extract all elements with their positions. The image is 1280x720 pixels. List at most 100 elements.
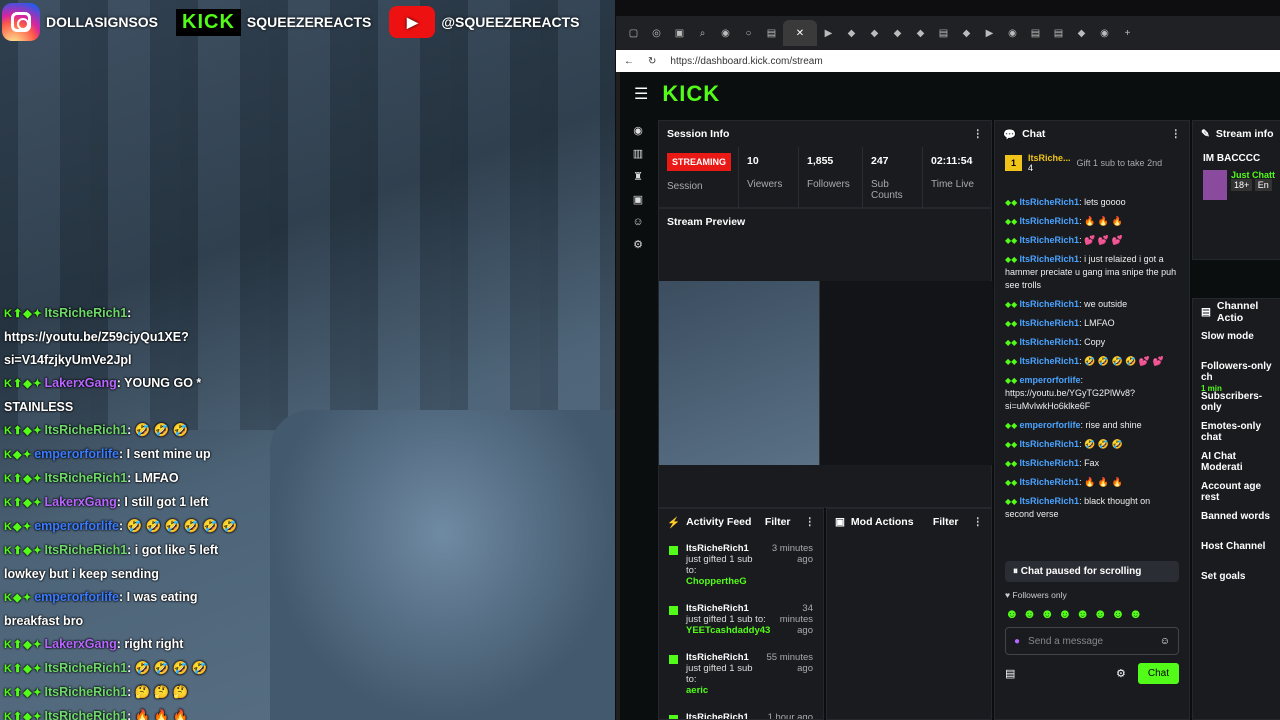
more-icon[interactable]: ⋮: [805, 516, 816, 528]
chat-username[interactable]: ItsRicheRich1: [1020, 235, 1080, 245]
tab[interactable]: ▤: [932, 20, 955, 46]
dashboard-header: ☰ KICK: [620, 72, 1280, 116]
channel-action-item[interactable]: AI Chat Moderati: [1193, 445, 1280, 475]
chat-username[interactable]: ItsRicheRich1: [1020, 318, 1080, 328]
tab[interactable]: ◆: [886, 20, 909, 46]
preview-video-right: [819, 281, 993, 465]
badge-icons: ◆◆: [1005, 338, 1020, 347]
tab[interactable]: ▤: [760, 20, 783, 46]
more-icon[interactable]: ⋮: [973, 516, 984, 528]
activity-user[interactable]: ItsRicheRich1: [686, 652, 749, 663]
activity-item: ItsRicheRich1 just gifted 1 sub to: YEETca…: [659, 595, 823, 644]
chat-username[interactable]: ItsRicheRich1: [1020, 477, 1080, 487]
activity-user[interactable]: ItsRicheRich1: [686, 603, 749, 614]
activity-user[interactable]: ItsRicheRich1: [686, 712, 749, 719]
channel-action-item[interactable]: Slow mode: [1193, 325, 1280, 355]
subs-value: 247: [871, 155, 889, 167]
chat-username: emperorforlife: [34, 519, 119, 533]
tab[interactable]: ◉: [1093, 20, 1116, 46]
trophy-icon[interactable]: ♜: [633, 170, 643, 183]
chat-username[interactable]: ItsRicheRich1: [1020, 197, 1080, 207]
analytics-icon[interactable]: ▥: [633, 147, 643, 160]
tab[interactable]: ◆: [863, 20, 886, 46]
tab[interactable]: ◉: [1001, 20, 1024, 46]
channel-action-item[interactable]: Set goals: [1193, 565, 1280, 595]
mod-filter-button[interactable]: Filter: [933, 516, 959, 528]
more-icon[interactable]: ⋮: [973, 128, 984, 140]
chat-panel: 💬 Chat ⋮ 1 ItsRiche... 4 Gift 1 sub to take 2…: [994, 120, 1190, 720]
refresh-icon[interactable]: ↻: [648, 56, 656, 67]
tab[interactable]: ▢: [622, 20, 645, 46]
tab[interactable]: ◆: [1070, 20, 1093, 46]
channel-action-item[interactable]: Host Channel: [1193, 535, 1280, 565]
url-text[interactable]: https://dashboard.kick.com/stream: [670, 56, 822, 67]
menu-icon[interactable]: ☰: [634, 84, 648, 104]
new-tab-button[interactable]: +: [1116, 20, 1139, 46]
tab[interactable]: ◆: [909, 20, 932, 46]
chat-username[interactable]: ItsRicheRich1: [1020, 439, 1080, 449]
gift-icon: [669, 546, 678, 555]
tab[interactable]: ▣: [668, 20, 691, 46]
chat-username[interactable]: emperorforlife: [1020, 375, 1081, 385]
tab[interactable]: ◆: [955, 20, 978, 46]
gift-icon[interactable]: ▤: [1005, 667, 1015, 680]
activity-filter-button[interactable]: Filter: [765, 516, 791, 528]
back-icon[interactable]: ←: [624, 56, 634, 67]
tab[interactable]: ◉: [714, 20, 737, 46]
overlay-chat-message: K ⬆ ◆ ✦ ItsRicheRich1: 🤣 🤣 🤣 🤣: [4, 657, 244, 681]
top-gifter: 1 ItsRiche... 4 Gift 1 sub to take 2nd: [995, 147, 1189, 179]
users-icon[interactable]: ☺: [632, 216, 643, 228]
chat-username[interactable]: emperorforlife: [1020, 420, 1081, 430]
chat-username: LakerxGang: [44, 495, 117, 509]
chat-username[interactable]: ItsRicheRich1: [1020, 496, 1080, 506]
chat-message: ◆◆ ItsRicheRich1: 🤣 🤣 🤣 🤣 💕 💕: [995, 352, 1189, 371]
pause-icon: ⏸: [1013, 566, 1021, 577]
emoji-icon[interactable]: ☺: [1160, 636, 1170, 647]
channel-action-item[interactable]: Emotes-only chat: [1193, 415, 1280, 445]
channel-action-item[interactable]: Account age rest: [1193, 475, 1280, 505]
tab[interactable]: ◆: [840, 20, 863, 46]
chat-text: : Copy: [1079, 337, 1106, 347]
chat-message: ◆◆ ItsRicheRich1: 💕 💕 💕: [995, 231, 1189, 250]
chat-username[interactable]: ItsRicheRich1: [1020, 356, 1080, 366]
activity-target[interactable]: ChoppertheG: [686, 576, 747, 587]
chat-text: : 🤣 🤣 🤣: [1079, 439, 1123, 449]
emote-bar[interactable]: ☻☻☻☻☻☻☻☻: [995, 600, 1189, 627]
moderation-icon[interactable]: ▣: [633, 193, 643, 206]
streaming-badge: STREAMING: [667, 153, 731, 171]
chat-username[interactable]: ItsRicheRich1: [1020, 299, 1080, 309]
mic-icon[interactable]: ●: [1014, 636, 1020, 647]
activity-target[interactable]: aeric: [686, 685, 708, 696]
more-icon[interactable]: ⋮: [1171, 128, 1182, 140]
mod-actions-header: ▣ Mod Actions Filter ⋮: [827, 509, 991, 535]
activity-user[interactable]: ItsRicheRich1: [686, 543, 749, 554]
tab[interactable]: ○: [737, 20, 760, 46]
gift-sub-prompt[interactable]: Gift 1 sub to take 2nd: [1077, 158, 1167, 168]
tab[interactable]: ▶: [817, 20, 840, 46]
chat-username[interactable]: ItsRicheRich1: [1020, 337, 1080, 347]
tab-bar: ▢ ◎ ▣ ⌕ ◉ ○ ▤ ✕ ▶ ◆ ◆ ◆ ◆ ▤ ◆ ▶ ◉ ▤ ▤ ◆ ◉ +: [616, 16, 1280, 50]
followers-stat: 1,855 Followers: [799, 147, 863, 209]
badge-icons: K ⬆ ◆ ✦: [4, 473, 42, 485]
channel-action-item[interactable]: Banned words: [1193, 505, 1280, 535]
activity-target[interactable]: YEETcashdaddy43: [686, 625, 770, 636]
chat-username[interactable]: ItsRicheRich1: [1020, 458, 1080, 468]
badge-icons: ◆◆: [1005, 459, 1020, 468]
chat-username[interactable]: ItsRicheRich1: [1020, 216, 1080, 226]
stream-icon[interactable]: ◉: [633, 124, 643, 137]
tab[interactable]: ▶: [978, 20, 1001, 46]
tab[interactable]: ⌕: [691, 20, 714, 46]
address-bar[interactable]: ← ↻ https://dashboard.kick.com/stream: [616, 50, 1280, 72]
chat-paused-banner[interactable]: ⏸ Chat paused for scrolling: [1005, 561, 1179, 582]
chat-username[interactable]: ItsRicheRich1: [1020, 254, 1080, 264]
channel-action-item[interactable]: Followers-only ch 1 min: [1193, 355, 1280, 393]
settings-icon[interactable]: ⚙: [1116, 667, 1126, 680]
tab[interactable]: ▤: [1024, 20, 1047, 46]
chat-input[interactable]: ● Send a message ☺: [1005, 627, 1179, 655]
tab-active[interactable]: ✕: [783, 20, 817, 46]
kick-logo[interactable]: KICK: [662, 81, 720, 107]
tab[interactable]: ◎: [645, 20, 668, 46]
settings-icon[interactable]: ⚙: [633, 238, 643, 251]
tab[interactable]: ▤: [1047, 20, 1070, 46]
send-chat-button[interactable]: Chat: [1137, 663, 1179, 684]
